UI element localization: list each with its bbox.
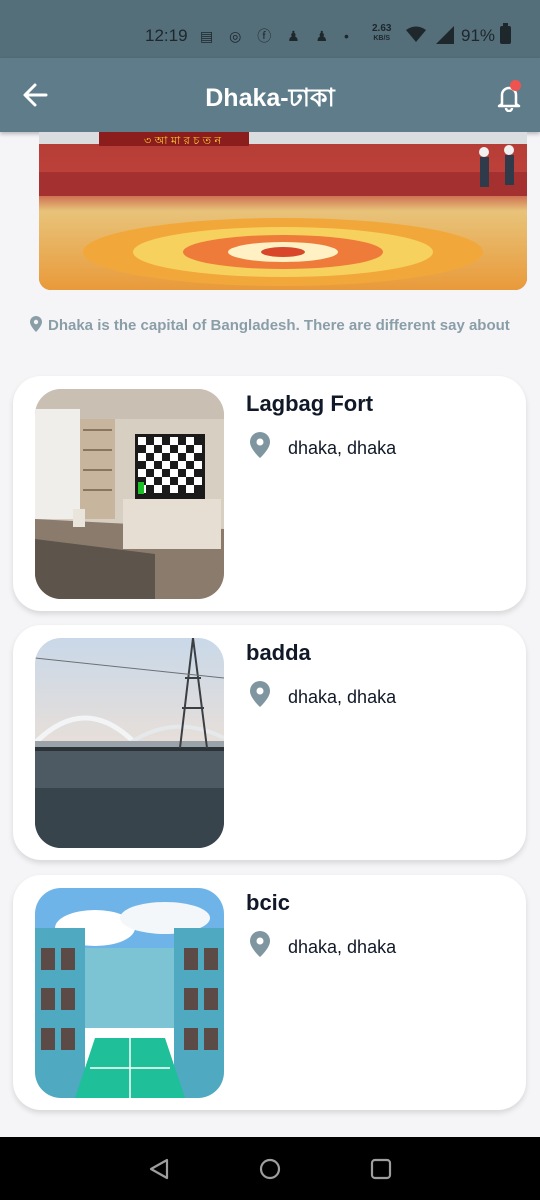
hero-image: ৩ আ মা র চ ত ন <box>39 132 527 290</box>
place-name: badda <box>246 640 311 665</box>
city-description: Dhaka is the capital of Bangladesh. Ther… <box>30 316 540 334</box>
hero-banner-text: ৩ আ মা র চ ত ন <box>144 134 222 147</box>
place-image <box>35 389 224 599</box>
app-bar: Dhaka-ঢাকা <box>0 58 540 132</box>
place-location: dhaka, dhaka <box>288 687 397 707</box>
place-card[interactable]: badda dhaka, dhaka <box>13 625 526 860</box>
place-card[interactable]: bcic dhaka, dhaka <box>13 875 526 1110</box>
status-bar: 12:19 ▤ ◎ ⓕ ♟ ♟ • 2.63 KB/S 91% <box>0 0 540 58</box>
notification-icons: ▤ ◎ ⓕ ♟ ♟ • <box>200 28 355 44</box>
notification-badge <box>510 80 521 91</box>
signal-icon <box>406 26 454 44</box>
location-pin-icon <box>250 681 270 707</box>
place-name: bcic <box>246 890 291 915</box>
page-title: Dhaka-ঢাকা <box>205 84 335 112</box>
speed-unit: KB/S <box>373 35 391 42</box>
flower-festival-image: ৩ আ মা র চ ত ন <box>39 132 527 290</box>
place-image <box>35 888 224 1098</box>
place-card[interactable]: Lagbag Fort dhaka, dhaka <box>13 376 526 611</box>
system-nav-bar <box>0 1137 540 1200</box>
building-courtyard-image <box>35 888 224 1098</box>
description-text: Dhaka is the capital of Bangladesh. Ther… <box>48 317 510 334</box>
location-pin-icon <box>30 316 42 332</box>
nav-recents-icon[interactable] <box>369 1157 393 1181</box>
room-with-tv-image <box>35 389 224 599</box>
nav-back-icon[interactable] <box>147 1157 171 1181</box>
place-location: dhaka, dhaka <box>288 438 397 458</box>
location-pin-icon <box>250 931 270 957</box>
speed-value: 2.63 <box>372 23 392 34</box>
nav-home-icon[interactable] <box>258 1157 282 1181</box>
place-name: Lagbag Fort <box>246 391 374 416</box>
network-speed: 2.63 KB/S <box>372 24 391 44</box>
status-time: 12:19 <box>145 26 188 45</box>
place-image <box>35 638 224 848</box>
battery-percent: 91% <box>461 26 496 45</box>
notification-button[interactable] <box>494 80 524 113</box>
battery-icon <box>500 23 511 44</box>
location-pin-icon <box>250 432 270 458</box>
place-location: dhaka, dhaka <box>288 937 397 957</box>
bridge-over-river-image <box>35 638 224 848</box>
